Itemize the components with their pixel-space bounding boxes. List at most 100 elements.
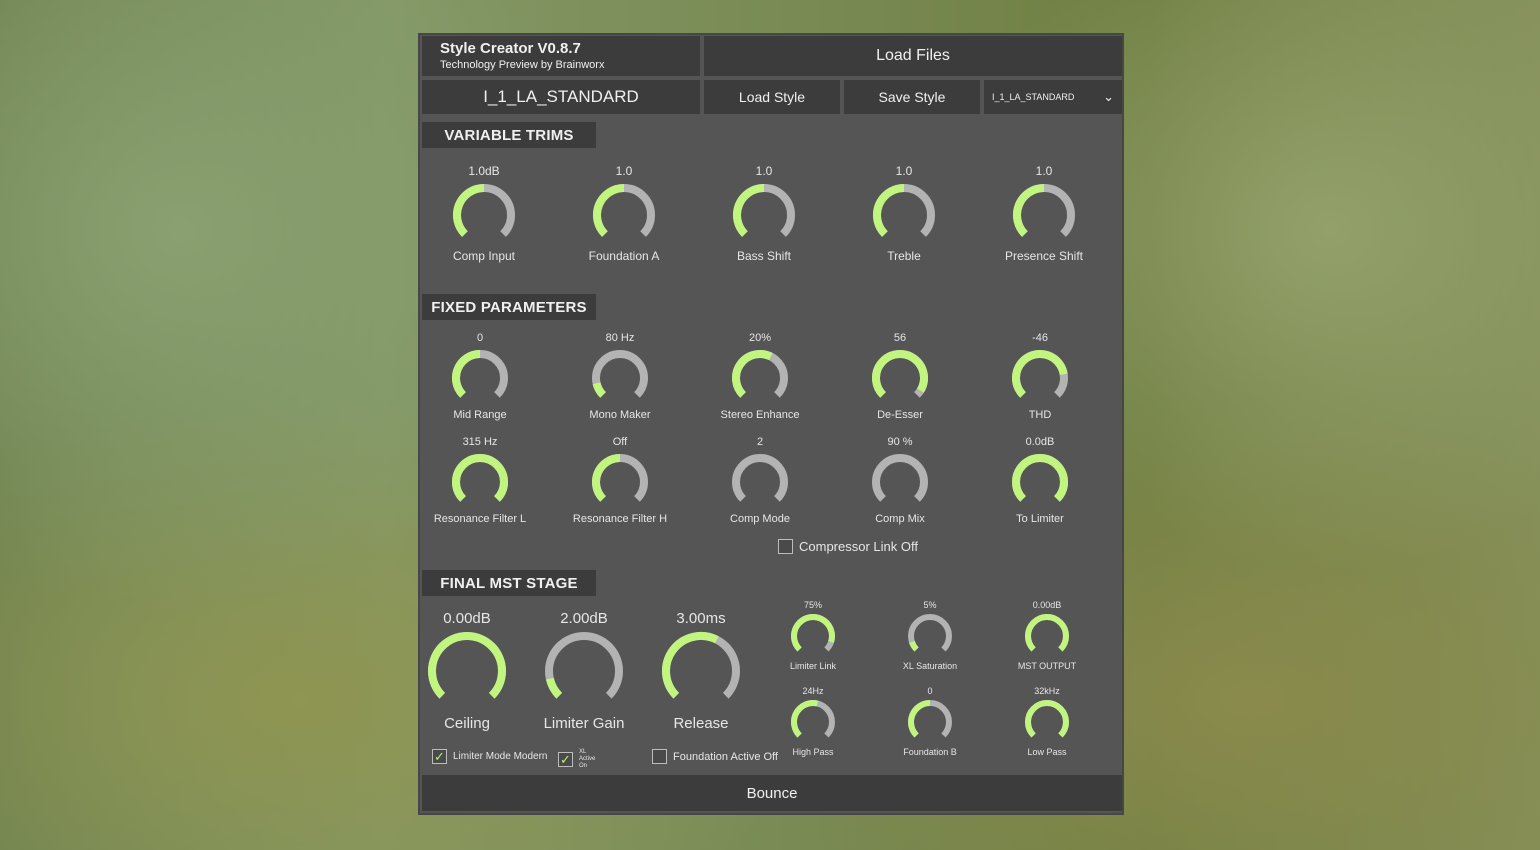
- knob-stereo-enhance[interactable]: 20% Stereo Enhance: [690, 331, 830, 421]
- knob-comp-mix[interactable]: 90 % Comp Mix: [830, 435, 970, 525]
- title-block: Style Creator V0.8.7 Technology Preview …: [422, 36, 700, 76]
- knob-value: 56: [893, 332, 907, 344]
- check-icon: ✓: [432, 749, 447, 764]
- knob-dial[interactable]: [1024, 699, 1070, 745]
- load-style-button[interactable]: Load Style: [704, 80, 840, 114]
- knob-value: 1.0: [755, 164, 773, 178]
- knob-dial[interactable]: [591, 453, 649, 511]
- knob-to-limiter[interactable]: 0.0dB To Limiter: [970, 435, 1110, 525]
- knob-value-arc: [661, 632, 719, 699]
- xl-active-label: XL Active On: [579, 749, 596, 769]
- knob-value-arc: [1025, 614, 1069, 652]
- knob-dial[interactable]: [544, 631, 624, 711]
- knob-value: 315 Hz: [462, 436, 498, 448]
- style-creator-window: Style Creator V0.8.7 Technology Preview …: [418, 33, 1124, 815]
- knob-dial[interactable]: [452, 183, 516, 247]
- knob-resonance-filter-l[interactable]: 315 Hz Resonance Filter L: [410, 435, 550, 525]
- knob-value-arc: [791, 700, 819, 738]
- knob-track: [908, 614, 952, 652]
- knob-value-arc: [733, 184, 765, 237]
- knob-dial[interactable]: [1011, 349, 1069, 407]
- knob-comp-mode[interactable]: 2 Comp Mode: [690, 435, 830, 525]
- style-name-field[interactable]: I_1_LA_STANDARD: [422, 80, 700, 114]
- knob-dial[interactable]: [427, 631, 507, 711]
- knob-dial[interactable]: [451, 349, 509, 407]
- knob-dial[interactable]: [871, 349, 929, 407]
- knob-presence-shift[interactable]: 1.0 Presence Shift: [974, 163, 1114, 263]
- knob-label: Treble: [887, 249, 921, 263]
- knob-value-arc: [453, 184, 485, 237]
- knob-dial[interactable]: [732, 183, 796, 247]
- knob-dial[interactable]: [907, 613, 953, 659]
- knob-value-arc: [1012, 454, 1068, 502]
- knob-value-arc: [791, 614, 835, 652]
- knob-dial[interactable]: [661, 631, 741, 711]
- knob-value-arc: [452, 454, 508, 502]
- knob-value-arc: [592, 454, 621, 502]
- load-files-button[interactable]: Load Files: [704, 36, 1122, 76]
- knob-foundation-a[interactable]: 1.0 Foundation A: [554, 163, 694, 263]
- knob-label: Comp Mode: [730, 513, 790, 525]
- section-fixed-parameters: FIXED PARAMETERS: [422, 294, 596, 320]
- knob-value: 90 %: [887, 436, 913, 448]
- knob-dial[interactable]: [1024, 613, 1070, 659]
- knob-dial[interactable]: [731, 453, 789, 511]
- knob-dial[interactable]: [872, 183, 936, 247]
- knob-value: 20%: [748, 332, 772, 344]
- foundation-active-checkbox[interactable]: Foundation Active Off: [652, 749, 778, 764]
- knob-value-arc: [909, 640, 919, 652]
- knob-dial[interactable]: [592, 183, 656, 247]
- knob-value-arc: [428, 632, 506, 699]
- style-select-dropdown[interactable]: I_1_LA_STANDARD ⌄: [984, 80, 1122, 114]
- knob-value-arc: [908, 700, 931, 738]
- knob-value-arc: [1013, 184, 1045, 237]
- knob-dial[interactable]: [871, 453, 929, 511]
- knob-thd[interactable]: -46 THD: [970, 331, 1110, 421]
- knob-value: 1.0: [895, 164, 913, 178]
- check-icon: ✓: [558, 752, 573, 767]
- knob-track: [732, 454, 788, 502]
- app-title: Style Creator V0.8.7: [440, 40, 581, 57]
- knob-comp-input[interactable]: 1.0dB Comp Input: [414, 163, 554, 263]
- knob-value: 0: [476, 332, 484, 344]
- compressor-link-checkbox[interactable]: Compressor Link Off: [778, 539, 918, 554]
- knob-value: 1.0: [1035, 164, 1053, 178]
- knob-value: -46: [1032, 332, 1048, 344]
- foundation-active-label: Foundation Active Off: [673, 750, 778, 763]
- knob-value-arc: [592, 382, 607, 398]
- section-final-mst-stage: FINAL MST STAGE: [422, 570, 596, 596]
- knob-dial[interactable]: [907, 699, 953, 745]
- knob-bass-shift[interactable]: 1.0 Bass Shift: [694, 163, 834, 263]
- limiter-mode-checkbox[interactable]: ✓ Limiter Mode Modern: [432, 749, 547, 764]
- save-style-button[interactable]: Save Style: [844, 80, 980, 114]
- knob-dial[interactable]: [731, 349, 789, 407]
- knob-mst-output[interactable]: 0.00dB MST OUTPUT: [977, 599, 1117, 671]
- knob-dial[interactable]: [1012, 183, 1076, 247]
- knob-value-arc: [873, 184, 905, 237]
- knob-value: 2: [756, 436, 764, 448]
- knob-label: Foundation A: [588, 249, 660, 263]
- knob-mid-range[interactable]: 0 Mid Range: [410, 331, 550, 421]
- knob-treble[interactable]: 1.0 Treble: [834, 163, 974, 263]
- knob-value: 1.0dB: [468, 164, 500, 178]
- knob-label: THD: [1028, 409, 1052, 421]
- knob-de-esser[interactable]: 56 De-Esser: [830, 331, 970, 421]
- style-select-value: I_1_LA_STANDARD: [992, 92, 1075, 102]
- knob-label: De-Esser: [877, 409, 923, 421]
- app-subtitle: Technology Preview by Brainworx: [440, 59, 605, 71]
- xl-active-checkbox[interactable]: ✓ XL Active On: [558, 749, 602, 770]
- knob-track: [872, 454, 928, 502]
- knob-dial[interactable]: [591, 349, 649, 407]
- knob-mono-maker[interactable]: 80 Hz Mono Maker: [550, 331, 690, 421]
- knob-label: Stereo Enhance: [720, 409, 800, 421]
- knob-value-arc: [545, 677, 563, 699]
- knob-dial[interactable]: [1011, 453, 1069, 511]
- bounce-button[interactable]: Bounce: [422, 775, 1122, 811]
- knob-dial[interactable]: [790, 699, 836, 745]
- knob-label: Resonance Filter L: [433, 513, 527, 525]
- knob-low-pass[interactable]: 32kHz Low Pass: [977, 685, 1117, 757]
- knob-value: 0.00dB: [1032, 600, 1062, 610]
- knob-dial[interactable]: [451, 453, 509, 511]
- knob-resonance-filter-h[interactable]: Off Resonance Filter H: [550, 435, 690, 525]
- knob-dial[interactable]: [790, 613, 836, 659]
